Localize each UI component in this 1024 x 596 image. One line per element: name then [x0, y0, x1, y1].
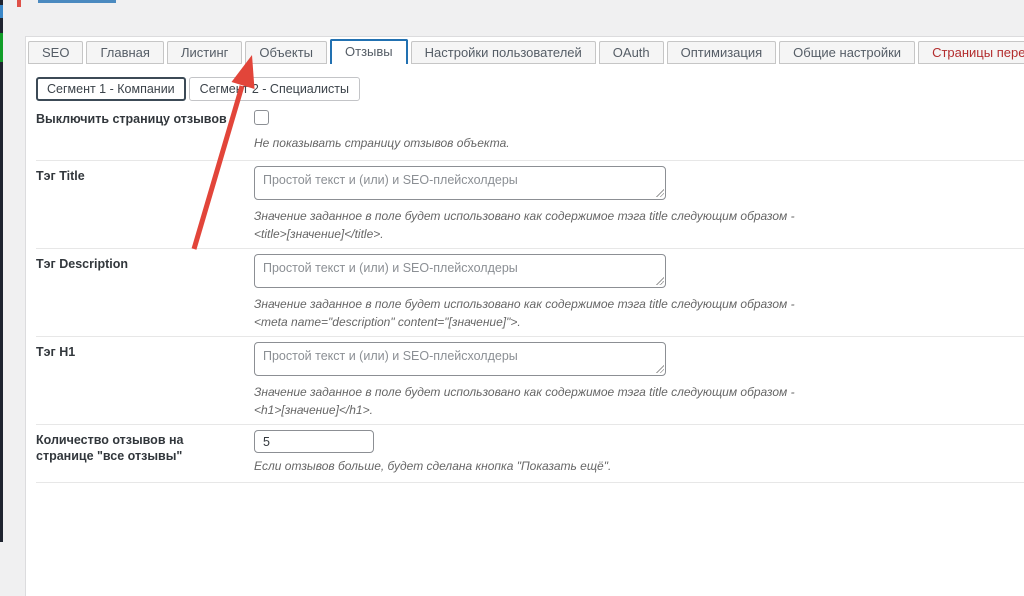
- row-tag-h1: Тэг H1 Значение заданное в поле будет ис…: [36, 337, 1024, 425]
- reviews-settings-form: Выключить страницу отзывов Не показывать…: [36, 105, 1024, 483]
- edge-green-segment: [0, 33, 3, 62]
- field-label: Тэг Description: [36, 254, 254, 332]
- tab-objects[interactable]: Объекты: [245, 41, 327, 64]
- reviews-per-page-input[interactable]: [254, 430, 374, 453]
- segment-1-companies-button[interactable]: Сегмент 1 - Компании: [36, 77, 186, 101]
- tag-h1-textarea[interactable]: [254, 342, 666, 376]
- settings-panel: SEO Главная Листинг Объекты Отзывы Настр…: [25, 36, 1024, 596]
- disable-reviews-page-checkbox[interactable]: [254, 110, 269, 125]
- tab-redirect-pages[interactable]: Страницы переадресации: [918, 41, 1024, 64]
- tab-user-settings[interactable]: Настройки пользователей: [411, 41, 596, 64]
- field-description: Значение заданное в поле будет использов…: [254, 208, 1024, 243]
- field-label: Тэг H1: [36, 342, 254, 420]
- field-description: Значение заданное в поле будет использов…: [254, 384, 1024, 419]
- field-label: Выключить страницу отзывов: [36, 109, 254, 155]
- field-description: Значение заданное в поле будет использов…: [254, 296, 1024, 331]
- tab-listing[interactable]: Листинг: [167, 41, 242, 64]
- tag-description-textarea[interactable]: [254, 254, 666, 288]
- top-red-marker: [17, 0, 21, 7]
- tab-panel-reviews: Сегмент 1 - Компании Сегмент 2 - Специал…: [26, 64, 1024, 483]
- segment-switcher: Сегмент 1 - Компании Сегмент 2 - Специал…: [36, 77, 1024, 101]
- tab-reviews[interactable]: Отзывы: [330, 39, 408, 64]
- tab-main[interactable]: Главная: [86, 41, 163, 64]
- tab-optimization[interactable]: Оптимизация: [667, 41, 777, 64]
- segment-2-specialists-button[interactable]: Сегмент 2 - Специалисты: [189, 77, 360, 101]
- field-label: Тэг Title: [36, 166, 254, 244]
- edge-blue-segment: [0, 5, 3, 18]
- tab-seo[interactable]: SEO: [28, 41, 83, 64]
- field-description: Не показывать страницу отзывов объекта.: [254, 135, 1024, 152]
- tab-oauth[interactable]: OAuth: [599, 41, 664, 64]
- row-reviews-per-page: Количество отзывов на странице "все отзы…: [36, 425, 1024, 483]
- row-tag-description: Тэг Description Значение заданное в поле…: [36, 249, 1024, 337]
- tag-title-textarea[interactable]: [254, 166, 666, 200]
- tab-bar: SEO Главная Листинг Объекты Отзывы Настр…: [26, 37, 1024, 64]
- left-edge-strip: [0, 0, 3, 542]
- top-blue-marker: [38, 0, 116, 3]
- row-tag-title: Тэг Title Значение заданное в поле будет…: [36, 161, 1024, 249]
- field-description: Если отзывов больше, будет сделана кнопк…: [254, 458, 1024, 475]
- row-disable-reviews-page: Выключить страницу отзывов Не показывать…: [36, 105, 1024, 161]
- tab-general-settings[interactable]: Общие настройки: [779, 41, 915, 64]
- field-label: Количество отзывов на странице "все отзы…: [36, 430, 254, 478]
